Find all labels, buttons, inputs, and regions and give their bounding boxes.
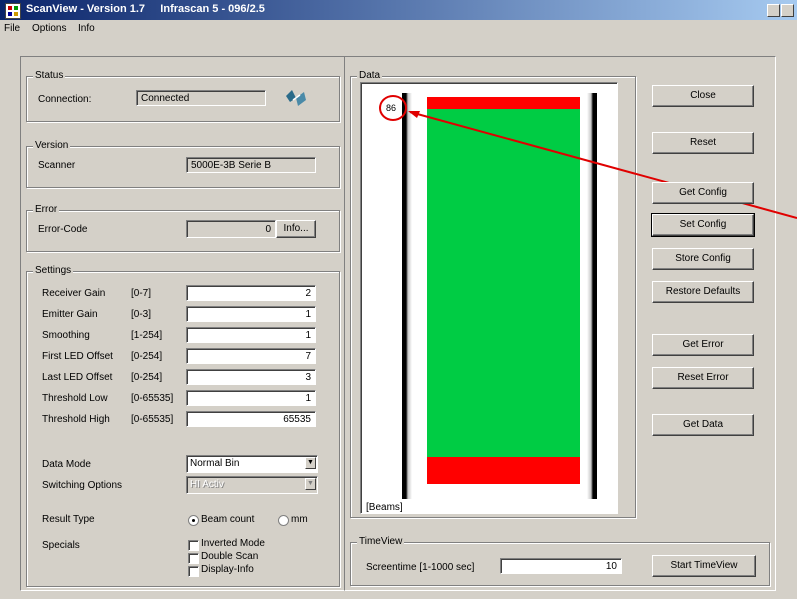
emitter-gain-range: [0-3] [131,309,152,320]
switching-options-value: HI Activ [190,479,224,490]
screentime-input[interactable]: 10 [500,558,622,574]
result-type-label: Result Type [42,514,95,525]
occupied-beams-top [427,97,580,109]
scanner-label: Scanner [38,160,76,171]
result-mm-label: mm [291,514,308,525]
inverted-mode-checkbox[interactable] [188,540,199,551]
receiver-gain-input[interactable]: 2 [186,285,316,301]
switching-options-label: Switching Options [42,480,123,491]
get-config-button[interactable]: Get Config [652,182,754,204]
threshold-high-range: [0-65535] [131,414,174,425]
status-group-label: Status [33,70,66,81]
data-group-label: Data [357,70,383,81]
set-config-button[interactable]: Set Config [651,213,755,237]
first-led-offset-input[interactable]: 7 [186,348,316,364]
double-scan-checkbox[interactable] [188,553,199,564]
threshold-low-label: Threshold Low [42,393,108,404]
timeview-group-label: TimeView [357,536,405,547]
last-led-offset-range: [0-254] [131,372,163,383]
title-bar[interactable]: ScanView - Version 1.7 Infrascan 5 - 096… [0,0,797,20]
data-mode-select[interactable]: Normal Bin ▼ [186,455,318,473]
display-info-label: Display-Info [201,564,254,575]
minimize-button[interactable] [767,4,780,17]
close-button[interactable]: Close [652,85,754,107]
restore-defaults-button[interactable]: Restore Defaults [652,281,754,303]
reset-error-button[interactable]: Reset Error [652,367,754,389]
last-led-offset-label: Last LED Offset [42,372,113,383]
emitter-gain-label: Emitter Gain [42,309,98,320]
switching-options-select[interactable]: HI Activ ▼ [186,476,318,494]
menu-options[interactable]: Options [32,23,66,34]
free-beams-area [427,109,580,457]
connection-icon [284,86,308,110]
menu-file[interactable]: File [4,23,20,34]
get-error-button[interactable]: Get Error [652,334,754,356]
threshold-high-input[interactable]: 65535 [186,411,316,427]
emitter-gain-input[interactable]: 1 [186,306,316,322]
store-config-button[interactable]: Store Config [652,248,754,270]
right-beam-rail [587,93,597,499]
result-beam-count-label: Beam count [201,514,255,525]
connection-label: Connection: [38,94,92,105]
version-group-label: Version [33,140,71,151]
data-mode-label: Data Mode [42,459,91,470]
double-scan-label: Double Scan [201,551,259,562]
threshold-low-range: [0-65535] [131,393,174,404]
first-led-offset-range: [0-254] [131,351,163,362]
error-code-label: Error-Code [38,224,88,235]
threshold-low-input[interactable]: 1 [186,390,316,406]
connection-status-field: Connected [136,90,266,106]
error-group-label: Error [33,204,60,215]
left-beam-rail [402,93,412,499]
smoothing-range: [1-254] [131,330,163,341]
error-code-field: 0 [186,220,276,238]
specials-label: Specials [42,540,80,551]
data-mode-value: Normal Bin [190,458,240,469]
chevron-down-icon[interactable]: ▼ [305,478,316,490]
settings-group-label: Settings [33,265,74,276]
maximize-button[interactable] [781,4,794,17]
smoothing-label: Smoothing [42,330,90,341]
scanner-field: 5000E-3B Serie B [186,157,316,173]
app-icon[interactable] [5,3,21,19]
smoothing-input[interactable]: 1 [186,327,316,343]
result-mm-radio[interactable] [278,515,289,526]
beams-unit-label: [Beams] [366,502,403,513]
beam-count-value: 86 [386,103,397,113]
start-timeview-button[interactable]: Start TimeView [652,555,756,577]
error-info-button[interactable]: Info... [276,220,316,238]
reset-button[interactable]: Reset [652,132,754,154]
get-data-button[interactable]: Get Data [652,414,754,436]
screentime-label: Screentime [1-1000 sec] [366,562,475,573]
menu-info[interactable]: Info [78,23,95,34]
occupied-beams-bottom [427,457,580,484]
threshold-high-label: Threshold High [42,414,110,425]
result-beam-count-radio[interactable] [188,515,199,526]
inverted-mode-label: Inverted Mode [201,538,265,549]
menu-bar: File Options Info [0,20,797,38]
chevron-down-icon[interactable]: ▼ [305,457,316,469]
receiver-gain-range: [0-7] [131,288,152,299]
receiver-gain-label: Receiver Gain [42,288,106,299]
display-info-checkbox[interactable] [188,566,199,577]
first-led-offset-label: First LED Offset [42,351,113,362]
beam-display: 86 [Beams] [360,82,618,514]
window-title: ScanView - Version 1.7 Infrascan 5 - 096… [26,3,265,15]
last-led-offset-input[interactable]: 3 [186,369,316,385]
